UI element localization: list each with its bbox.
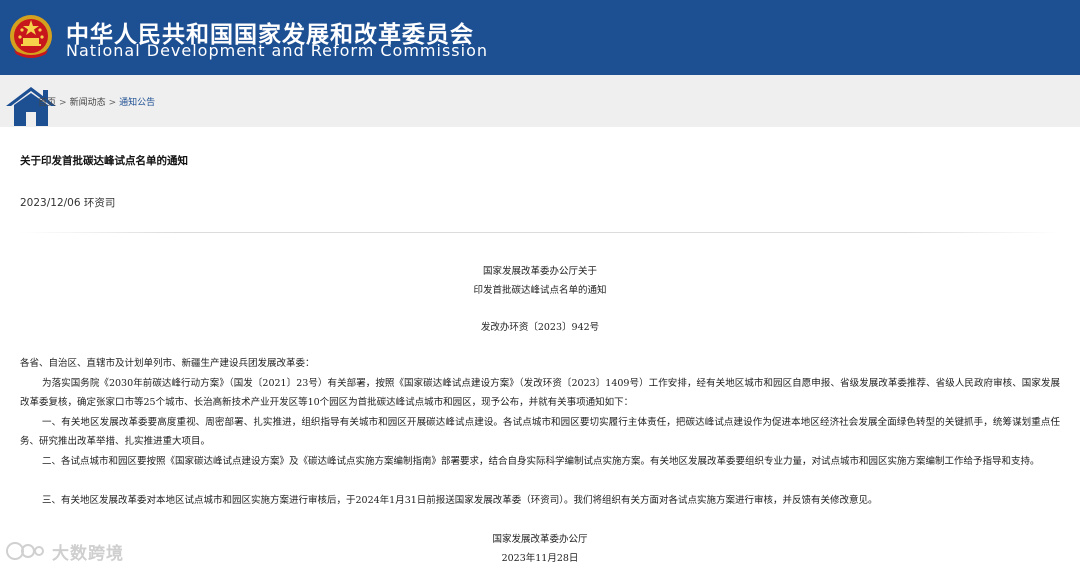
breadcrumb-separator: > (108, 98, 117, 108)
site-header: 中华人民共和国国家发展和改革委员会 National Development a… (0, 0, 1080, 75)
watermark-text: 大数跨境 (52, 544, 124, 564)
doc-paragraph: 一、有关地区发展改革委要高度重视、周密部署、扎实推进，组织指导有关城市和园区开展… (20, 417, 1060, 447)
watermark: 大数跨境 (6, 538, 146, 564)
doc-salutation: 各省、自治区、直辖市及计划单列市、新疆生产建设兵团发展改革委： (20, 358, 315, 369)
doc-paragraph: 三、有关地区发展改革委对本地区试点城市和园区实施方案进行审核后，于2024年1月… (42, 495, 878, 506)
doc-number: 发改办环资〔2023〕942号 (480, 322, 600, 333)
doc-heading-line2: 印发首批碳达峰试点名单的通知 (473, 285, 607, 296)
breadcrumb: 首页 > 新闻动态 > 通知公告 (38, 95, 155, 108)
breadcrumb-home[interactable]: 首页 (38, 98, 56, 108)
breadcrumb-band (0, 75, 1080, 127)
site-title-en[interactable]: National Development and Reform Commissi… (66, 41, 488, 60)
doc-date: 2023年11月28日 (501, 553, 579, 564)
watermark-logo-icon (6, 542, 44, 560)
article-meta: 2023/12/06 环资司 (20, 197, 116, 209)
breadcrumb-news[interactable]: 新闻动态 (70, 98, 106, 108)
title-divider (20, 232, 1060, 233)
doc-paragraph: 为落实国务院《2030年前碳达峰行动方案》（国发〔2021〕23号）有关部署，按… (20, 378, 1060, 408)
breadcrumb-notices[interactable]: 通知公告 (119, 98, 155, 108)
breadcrumb-separator: > (59, 98, 67, 108)
article-title: 关于印发首批碳达峰试点名单的通知 (20, 155, 188, 167)
doc-signature: 国家发展改革委办公厅 (492, 534, 588, 545)
doc-heading-line1: 国家发展改革委办公厅关于 (482, 266, 597, 277)
national-emblem-icon (10, 15, 52, 58)
doc-paragraph: 二、各试点城市和园区要按照《国家碳达峰试点建设方案》及《碳达峰试点实施方案编制指… (42, 456, 1040, 467)
